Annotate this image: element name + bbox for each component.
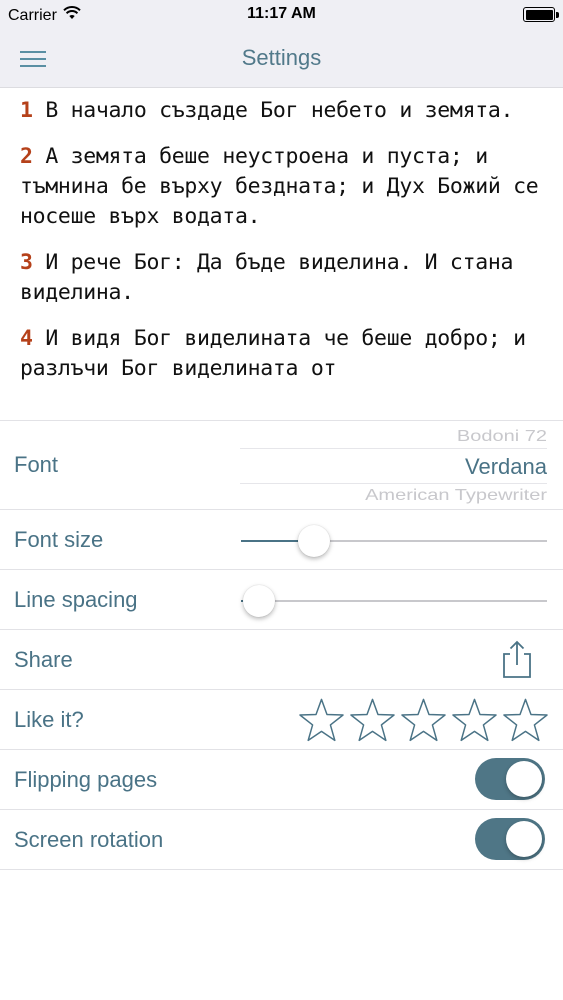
- font-size-row: Font size: [0, 510, 563, 570]
- line-spacing-row: Line spacing: [0, 570, 563, 630]
- verse-text: А земята беше неустроена и пуста; и тъмн…: [20, 144, 539, 229]
- nav-bar: Settings: [0, 30, 563, 88]
- line-spacing-slider[interactable]: [241, 584, 547, 617]
- verse: 1 В начало създаде Бог небето и земята.: [20, 96, 543, 126]
- toggle-knob: [506, 761, 542, 797]
- settings-list: Font Bodoni 72 Verdana American Typewrit…: [0, 420, 563, 870]
- verse-text: И рече Бог: Да бъде виделина. И стана ви…: [20, 250, 514, 305]
- star-outline-icon[interactable]: [502, 697, 549, 743]
- verse-number: 2: [20, 144, 33, 169]
- star-outline-icon[interactable]: [451, 697, 498, 743]
- verse: 2 А земята беше неустроена и пуста; и тъ…: [20, 142, 543, 232]
- screen-rotation-row: Screen rotation: [0, 810, 563, 870]
- verse: 4 И видя Бог виделината че беше добро; и…: [20, 324, 543, 384]
- font-row: Font Bodoni 72 Verdana American Typewrit…: [0, 420, 563, 510]
- verse-number: 4: [20, 326, 33, 351]
- like-label: Like it?: [14, 706, 84, 732]
- font-option[interactable]: American Typewriter: [365, 486, 547, 504]
- flipping-pages-label: Flipping pages: [14, 766, 158, 792]
- star-outline-icon[interactable]: [349, 697, 396, 743]
- verse-text: И видя Бог виделината че беше добро; и р…: [20, 326, 526, 381]
- verse-number: 3: [20, 250, 33, 275]
- reading-preview: 1 В начало създаде Бог небето и земята. …: [0, 88, 563, 418]
- font-picker[interactable]: Bodoni 72 Verdana American Typewriter: [240, 421, 547, 511]
- share-icon[interactable]: [499, 640, 535, 680]
- line-spacing-label: Line spacing: [14, 586, 138, 612]
- flipping-pages-toggle[interactable]: [475, 758, 545, 800]
- font-size-slider[interactable]: [241, 524, 547, 557]
- share-label: Share: [14, 646, 73, 672]
- screen-rotation-label: Screen rotation: [14, 826, 164, 852]
- font-size-label: Font size: [14, 526, 104, 552]
- star-outline-icon[interactable]: [298, 697, 345, 743]
- flipping-pages-row: Flipping pages: [0, 750, 563, 810]
- font-option[interactable]: Bodoni 72: [457, 427, 547, 445]
- verse: 3 И рече Бог: Да бъде виделина. И стана …: [20, 248, 543, 308]
- like-row: Like it?: [0, 690, 563, 750]
- verse-number: 1: [20, 98, 33, 123]
- font-option-selected[interactable]: Verdana: [465, 454, 547, 480]
- slider-thumb[interactable]: [298, 524, 331, 557]
- star-outline-icon[interactable]: [400, 697, 447, 743]
- page-title: Settings: [241, 45, 322, 70]
- verse-text: В начало създаде Бог небето и земята.: [45, 98, 514, 123]
- toggle-knob: [506, 821, 542, 857]
- status-bar: Carrier 11:17 AM: [0, 0, 563, 30]
- share-row[interactable]: Share: [0, 630, 563, 690]
- slider-thumb[interactable]: [243, 584, 276, 617]
- rating-stars: [298, 697, 549, 743]
- screen-rotation-toggle[interactable]: [475, 818, 545, 860]
- battery-icon: [523, 7, 559, 22]
- font-label: Font: [14, 452, 59, 477]
- status-time: 11:17 AM: [247, 5, 316, 22]
